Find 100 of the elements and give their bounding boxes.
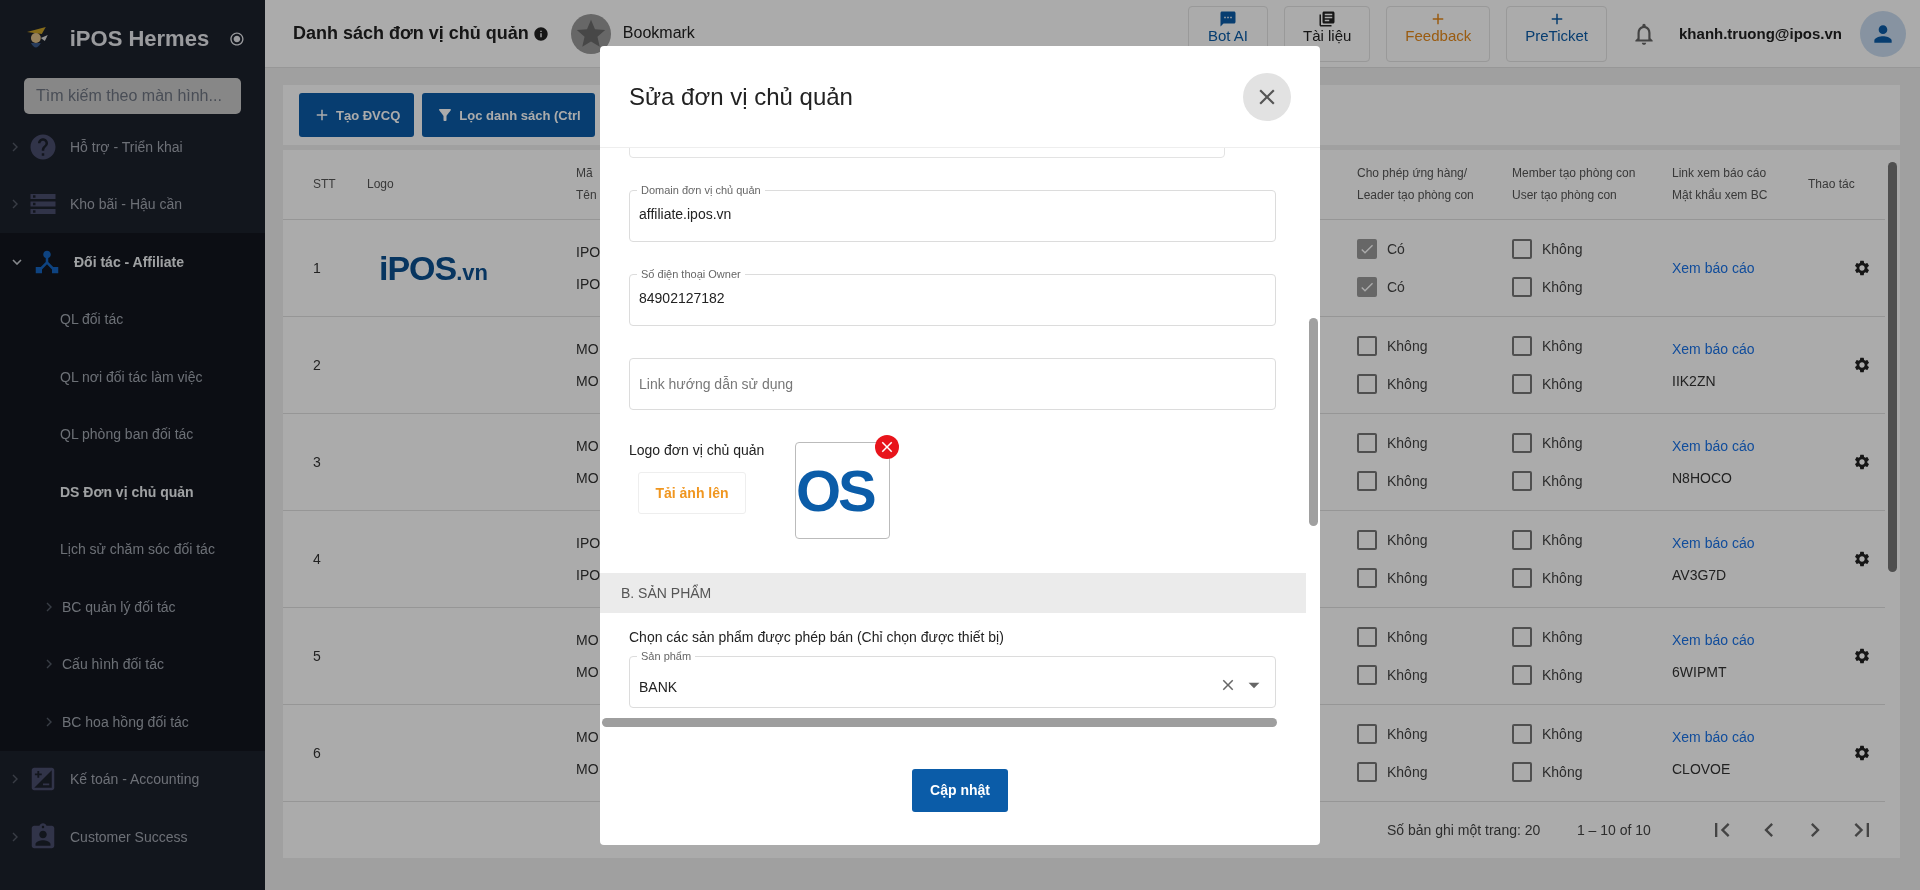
checkbox[interactable] [1357,568,1377,588]
upload-button[interactable]: Tải ảnh lên [638,472,746,514]
table-cell: 5 [313,648,321,664]
sidebar-item[interactable]: Đối tác - Affiliate [0,233,265,291]
checkbox[interactable] [1357,665,1377,685]
bookmark-label: Bookmark [622,23,696,42]
info-icon[interactable] [532,25,549,42]
checkbox[interactable] [1512,665,1532,685]
checkbox[interactable] [1357,627,1377,647]
header-button[interactable]: PreTicket [1506,6,1608,62]
checkbox[interactable] [1357,336,1377,356]
checkbox[interactable] [1357,724,1377,744]
field-label: Domain đơn vị chủ quản [640,183,762,197]
settings-icon[interactable] [1853,647,1871,665]
search-field[interactable]: Tìm kiếm theo màn hình... [24,78,241,114]
checkbox[interactable] [1512,239,1532,259]
checkbox[interactable] [1357,277,1377,297]
checkbox-label: Không [1387,473,1428,489]
input-field[interactable]: Link hướng dẫn sử dụng [629,358,1276,410]
scrollbar[interactable] [602,718,1277,727]
report-link[interactable]: Xem báo cáo [1672,632,1755,648]
dialog-title: Sửa đơn vị chủ quản [629,82,853,111]
chevron-right-icon [12,831,18,842]
checkbox[interactable] [1357,530,1377,550]
table-cell: IPO [576,276,601,292]
input-field[interactable]: Domain đơn vị chủ quản affiliate.ipos.vn [629,183,1276,242]
checkbox[interactable] [1512,433,1532,453]
report-link[interactable]: Xem báo cáo [1672,341,1755,357]
sidebar-item[interactable]: Customer Success [0,808,265,866]
report-link[interactable]: Xem báo cáo [1672,260,1755,276]
settings-icon[interactable] [1853,453,1871,471]
sidebar-item[interactable]: QL đối tác [0,290,265,348]
sidebar-item[interactable]: Cấu hình đối tác [0,635,265,693]
checkbox-label: Không [1542,376,1583,392]
checkbox-label: Không [1542,570,1583,586]
chevron-down-icon [12,258,22,265]
table-cell: 1 [313,260,321,276]
report-link[interactable]: Xem báo cáo [1672,535,1755,551]
sidebar-item[interactable]: DS Đơn vị chủ quản [0,463,265,521]
pin-icon[interactable] [229,31,245,47]
product-select[interactable]: Sản phẩm BANK [629,649,1276,708]
checkbox[interactable] [1357,374,1377,394]
sidebar-item[interactable]: Lịch sử chăm sóc đối tác [0,520,265,578]
sidebar-item[interactable]: QL phòng ban đối tác [0,405,265,463]
column-header: User tạo phòng con [1512,187,1617,204]
sidebar-item[interactable]: Kho bãi - Hậu cần [0,175,265,233]
settings-icon[interactable] [1853,550,1871,568]
page-title: Danh sách đơn vị chủ quản [293,23,529,44]
checkbox-label: Không [1542,764,1583,780]
table-cell: 6 [313,745,321,761]
create-button[interactable]: Tạo ĐVCQ [299,93,415,137]
checkbox[interactable] [1512,724,1532,744]
table-cell: MO [576,341,599,357]
settings-icon[interactable] [1853,744,1871,762]
avatar-icon[interactable] [1860,10,1906,57]
checkbox[interactable] [1357,471,1377,491]
checkbox-label: Không [1387,435,1428,451]
close-button[interactable] [1243,72,1291,121]
report-link[interactable]: Xem báo cáo [1672,438,1755,454]
checkbox[interactable] [1512,374,1532,394]
table-cell: AV3G7D [1672,567,1727,583]
select-value: BANK [639,679,679,695]
header-button[interactable]: Feedback [1386,6,1491,62]
checkbox[interactable] [1512,530,1532,550]
scrollbar[interactable] [1888,162,1897,572]
column-header: Mật khẩu xem BC [1672,187,1768,204]
report-link[interactable]: Xem báo cáo [1672,729,1755,745]
checkbox-label: Không [1387,726,1428,742]
page-range: 1 – 10 of 10 [1576,822,1652,838]
checkbox[interactable] [1357,762,1377,782]
table-cell: IPO [576,567,601,583]
sidebar-item[interactable]: BC hoa hồng đối tác [0,693,265,751]
checkbox-label: Không [1542,726,1583,742]
checkbox[interactable] [1512,568,1532,588]
checkbox[interactable] [1512,336,1532,356]
table-cell: MO [576,729,599,745]
sidebar-item[interactable]: Hỗ trợ - Triển khai [0,118,265,176]
remove-button[interactable] [875,435,899,459]
sidebar-item[interactable]: BC quản lý đối tác [0,578,265,636]
checkbox[interactable] [1357,433,1377,453]
settings-icon[interactable] [1853,356,1871,374]
checkbox[interactable] [1512,762,1532,782]
table-cell: 6WIPMT [1672,664,1727,680]
checkbox-label: Không [1387,532,1428,548]
logo-preview-text: OS [796,461,874,520]
checkbox[interactable] [1512,627,1532,647]
checkbox-label: Có [1387,241,1405,257]
table-cell: MO [576,373,599,389]
checkbox-label: Không [1542,629,1583,645]
update-button[interactable]: Cập nhật [912,768,1008,812]
sidebar-item[interactable]: QL nơi đối tác làm việc [0,348,265,406]
scrollbar[interactable] [1309,318,1318,526]
checkbox[interactable] [1512,277,1532,297]
checkbox[interactable] [1512,471,1532,491]
chevron-right-icon [46,601,52,612]
input-field[interactable]: Số điện thoại Owner 84902127182 [629,267,1276,326]
filter-button[interactable]: Lọc danh sách (Ctrl [422,93,595,137]
checkbox-label: Không [1387,570,1428,586]
settings-icon[interactable] [1853,259,1871,277]
checkbox[interactable] [1357,239,1377,259]
